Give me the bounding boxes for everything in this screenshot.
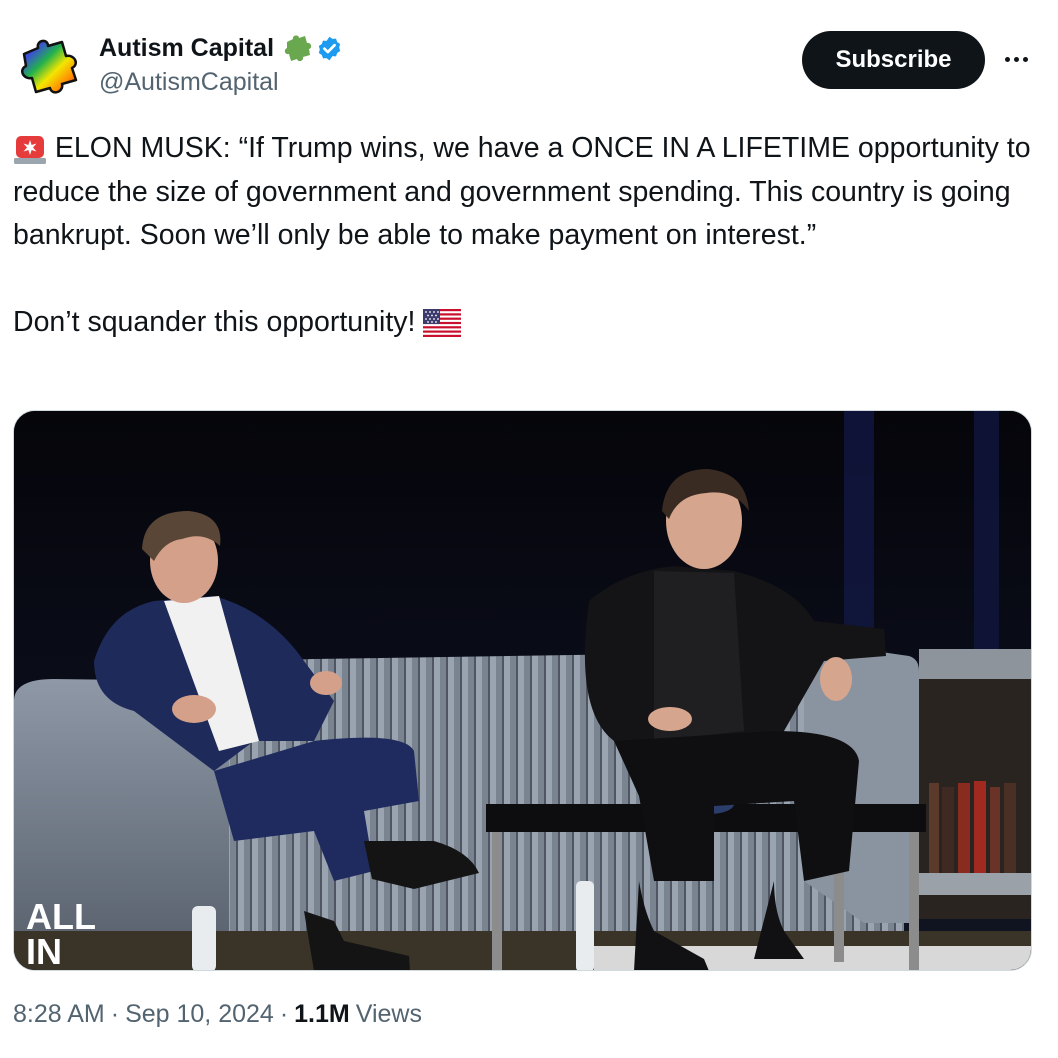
verified-badge-icon [318, 36, 341, 60]
tweet-closing-text: Don’t squander this opportunity! [13, 305, 416, 338]
handle[interactable]: @AutismCapital [99, 68, 343, 97]
watermark-line-2: IN [26, 931, 62, 971]
side-shelf [919, 649, 1031, 679]
more-dot [1013, 56, 1019, 62]
police-siren-icon [14, 136, 46, 165]
author-block: Autism Capital @AutismCapital [99, 30, 343, 97]
subscribe-button[interactable]: Subscribe [802, 31, 985, 89]
water-bottle [576, 881, 594, 970]
more-dot [1022, 56, 1028, 62]
tweet-quote-text: ELON MUSK: “If Trump wins, we have a ONC… [13, 132, 1031, 251]
stage-light-strip [844, 411, 874, 661]
rainbow-puzzle-piece-icon [21, 39, 78, 94]
separator: · [110, 1000, 120, 1028]
video-player[interactable]: ALL IN [13, 410, 1032, 971]
tweet-meta: 8:28 AM · Sep 10, 2024 · 1.1M Views [13, 1000, 422, 1029]
video-frame: ALL IN [14, 411, 1031, 971]
tweet-text: ELON MUSK: “If Trump wins, we have a ONC… [13, 127, 1043, 344]
avatar[interactable] [14, 36, 82, 98]
green-puzzle-piece-icon [284, 35, 312, 62]
post-time[interactable]: 8:28 AM [13, 1000, 105, 1029]
more-dot [1004, 56, 1010, 62]
us-flag-icon [423, 308, 462, 337]
more-options-icon[interactable] [1000, 47, 1032, 71]
tweet-paragraph-2: Don’t squander this opportunity! [13, 301, 1043, 345]
separator: · [279, 1000, 289, 1028]
coffee-table-leg [909, 832, 919, 970]
shelf-base [919, 873, 1031, 895]
stage-light-strip [974, 411, 999, 661]
display-name-row: Autism Capital [99, 30, 343, 66]
tweet-paragraph-1: ELON MUSK: “If Trump wins, we have a ONC… [13, 127, 1043, 258]
views-label[interactable]: Views [356, 1000, 422, 1029]
coffee-table-leg [492, 832, 502, 970]
views-count[interactable]: 1.1M [294, 1000, 350, 1029]
display-name[interactable]: Autism Capital [99, 34, 274, 63]
water-bottle [192, 906, 216, 970]
post-date[interactable]: Sep 10, 2024 [125, 1000, 274, 1029]
